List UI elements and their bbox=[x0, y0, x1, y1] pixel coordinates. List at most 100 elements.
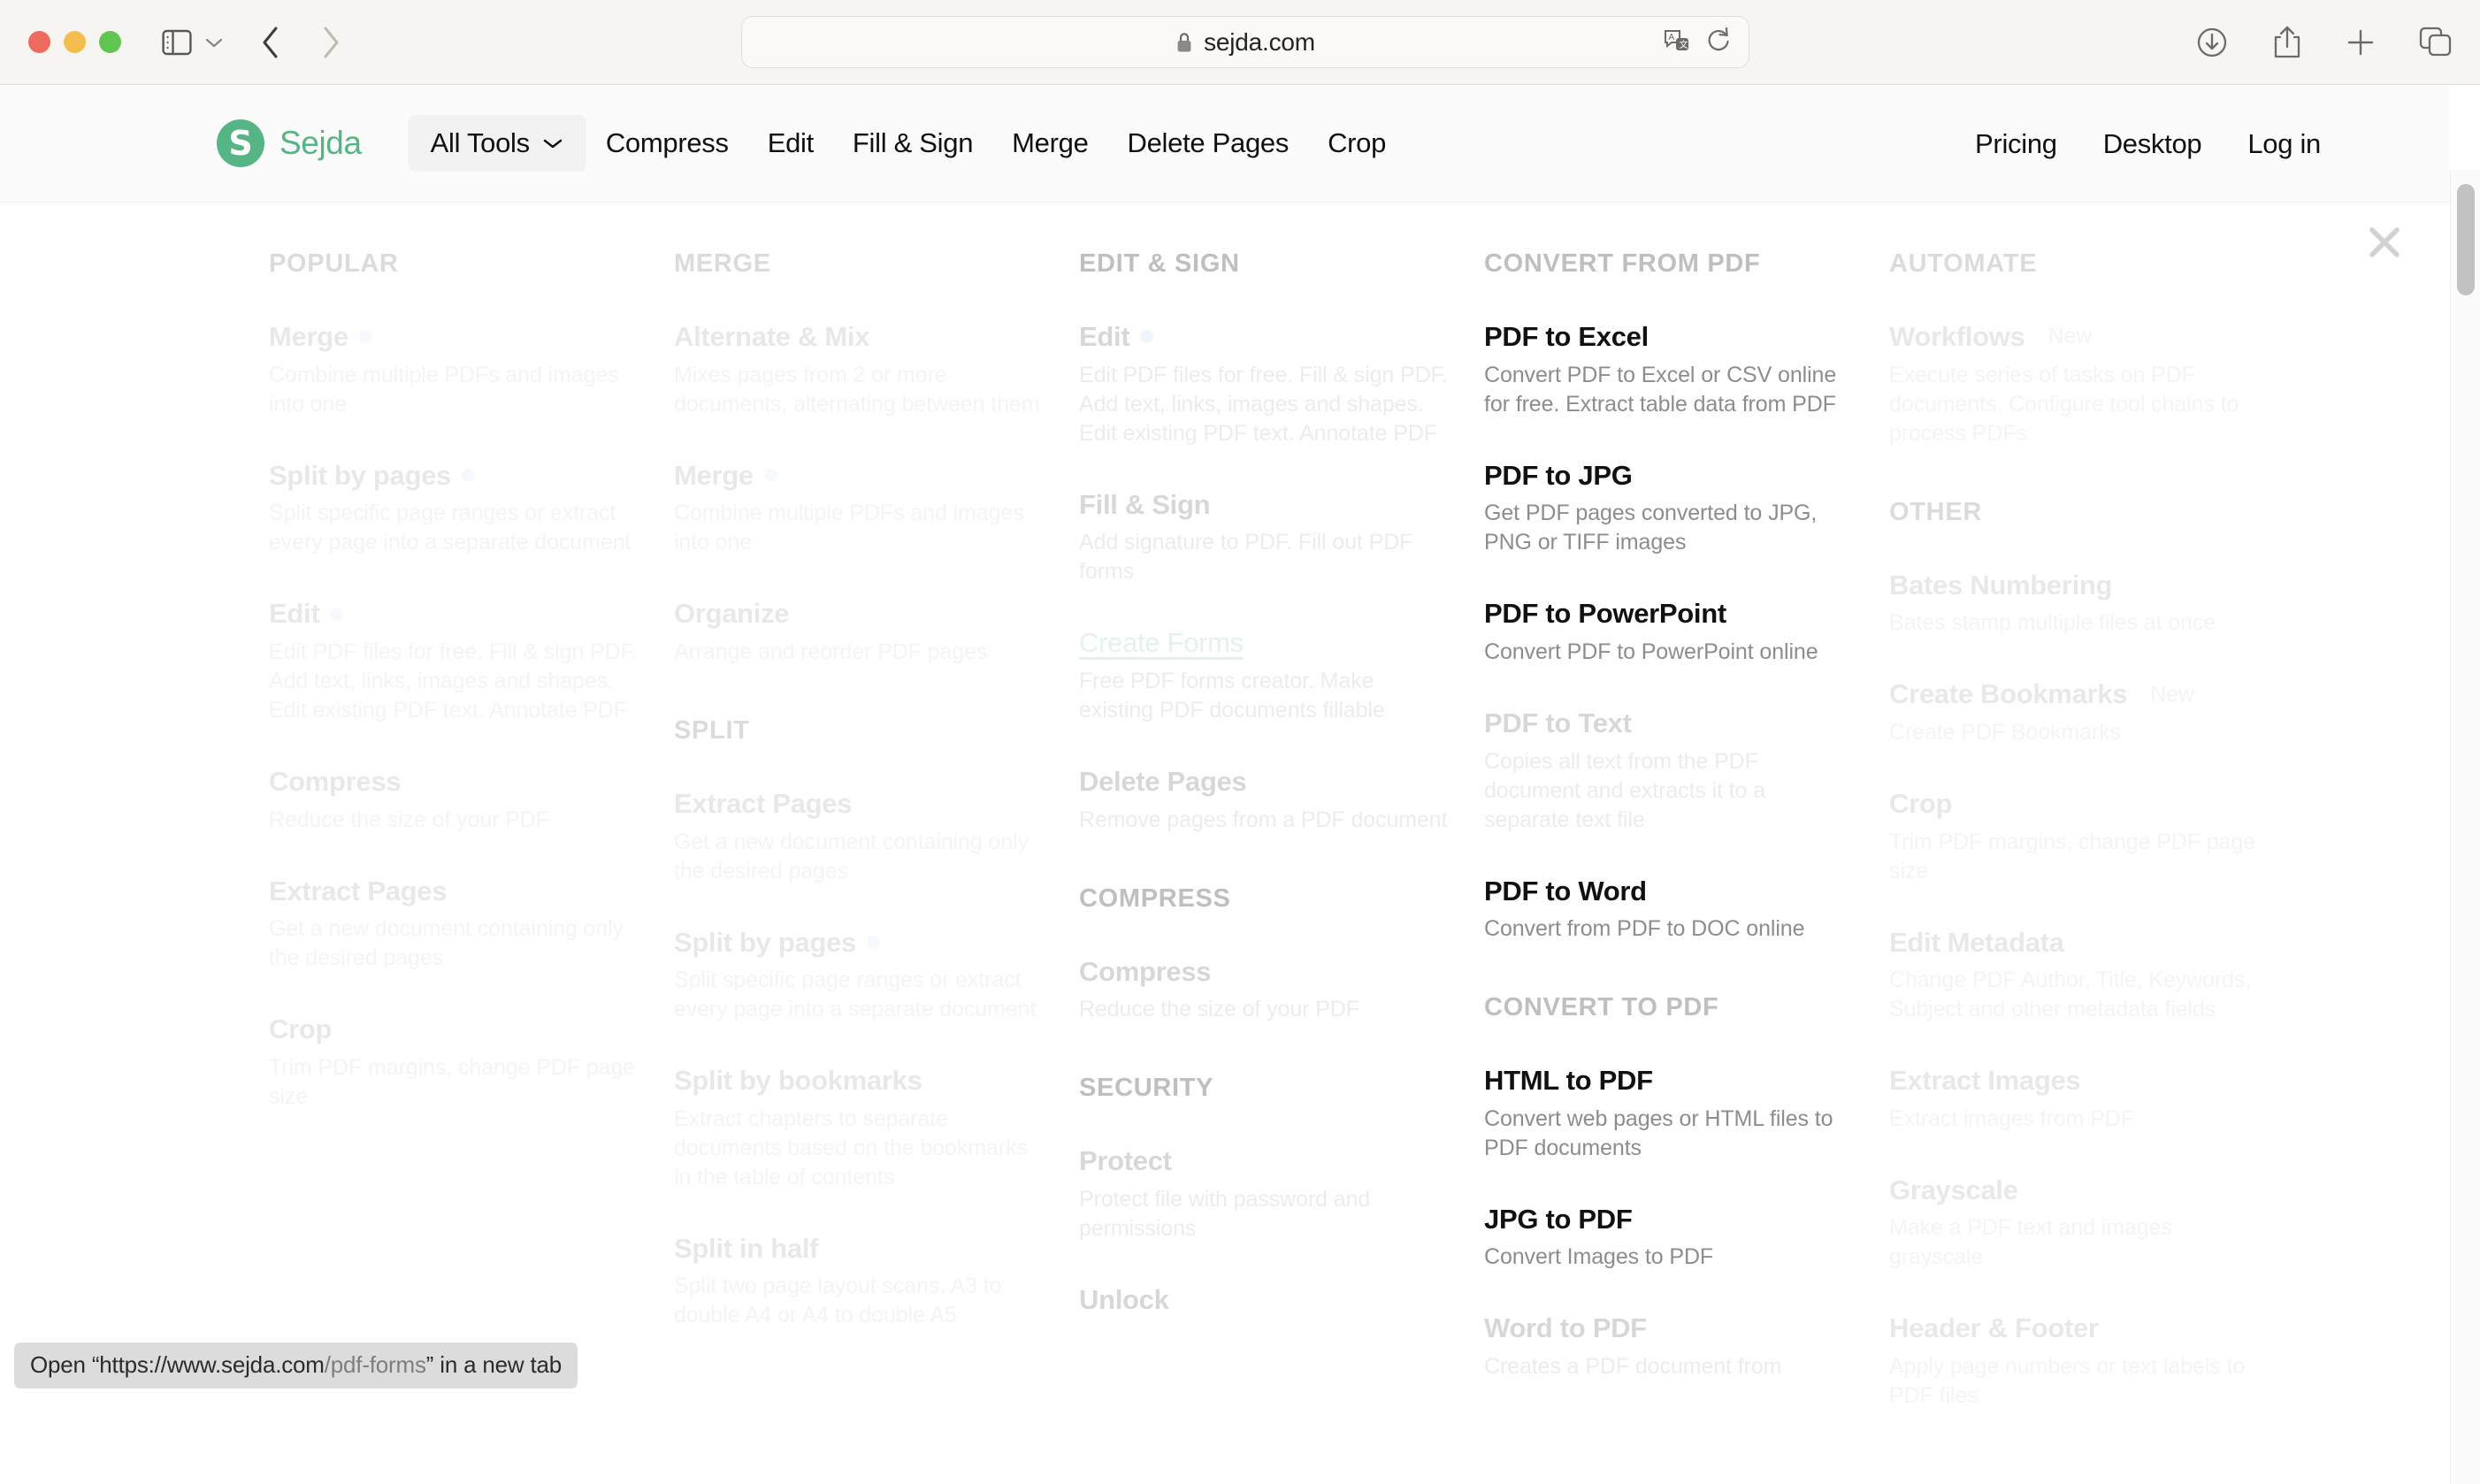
tool-title-label: Create Forms bbox=[1079, 627, 1244, 659]
tool-title: Unlock bbox=[1079, 1284, 1450, 1316]
nav-item-desktop[interactable]: Desktop bbox=[2080, 116, 2225, 172]
page-scrollbar[interactable] bbox=[2450, 170, 2480, 1484]
tool-description: Combine multiple PDFs and images into on… bbox=[269, 361, 640, 419]
tool-title: Merge bbox=[269, 321, 640, 353]
tool-item-merge[interactable]: MergeCombine multiple PDFs and images in… bbox=[674, 460, 1045, 558]
secondary-nav: Pricing Desktop Log in bbox=[1952, 85, 2344, 203]
tool-item-extract-pages[interactable]: Extract PagesGet a new document containi… bbox=[674, 788, 1045, 886]
sejda-logo[interactable]: S Sejda bbox=[217, 119, 362, 167]
tool-item-bates-numbering[interactable]: Bates Numbering Bates stamp multiple file… bbox=[1889, 570, 2261, 639]
tool-title: Grayscale bbox=[1889, 1174, 2261, 1206]
tool-item-protect[interactable]: Protect Protect file with password and pe… bbox=[1079, 1145, 1450, 1243]
tool-item-split-by-pages[interactable]: Split by pagesSplit specific page ranges… bbox=[269, 460, 640, 558]
tool-item-compress[interactable]: CompressReduce the size of your PDF bbox=[269, 766, 640, 835]
tool-item-crop[interactable]: CropTrim PDF margins, change PDF page si… bbox=[269, 1014, 640, 1112]
tab-overview-icon[interactable] bbox=[2418, 26, 2453, 59]
translate-icon[interactable]: A 文 bbox=[1664, 28, 1690, 57]
chevron-down-icon[interactable] bbox=[204, 36, 224, 49]
tool-item-pdf-to-text[interactable]: PDF to TextCopies all text from the PDF … bbox=[1484, 708, 1856, 835]
tool-item-merge[interactable]: Merge Combine multiple PDFs and images in… bbox=[269, 321, 640, 419]
tool-title: Alternate & Mix bbox=[674, 321, 1045, 353]
tool-item-crop[interactable]: CropTrim PDF margins, change PDF page si… bbox=[1889, 788, 2261, 886]
tool-item-organize[interactable]: OrganizeArrange and reorder PDF pages bbox=[674, 598, 1045, 667]
tool-title: Split by bookmarks bbox=[674, 1065, 1045, 1097]
tool-title: Create Forms bbox=[1079, 627, 1450, 659]
tool-title: Edit bbox=[269, 598, 640, 630]
sidebar-icon[interactable] bbox=[162, 29, 192, 56]
tool-item-pdf-to-excel[interactable]: PDF to ExcelConvert PDF to Excel or CSV … bbox=[1484, 321, 1856, 419]
tool-item-extract-images[interactable]: Extract ImagesExtract images from PDF bbox=[1889, 1065, 2261, 1134]
address-bar-actions: A 文 bbox=[1664, 17, 1731, 69]
tool-title: Organize bbox=[674, 598, 1045, 630]
tool-description: Extract chapters to separate documents b… bbox=[674, 1105, 1045, 1192]
nav-item-merge[interactable]: Merge bbox=[992, 115, 1107, 172]
tool-description: Protect file with password and permissio… bbox=[1079, 1185, 1450, 1243]
tool-title-label: Bates Numbering bbox=[1889, 570, 2112, 601]
tool-item-grayscale[interactable]: GrayscaleMake a PDF text and images gray… bbox=[1889, 1174, 2261, 1273]
tool-item-unlock[interactable]: Unlock bbox=[1079, 1284, 1450, 1316]
nav-item-delete-pages[interactable]: Delete Pages bbox=[1108, 115, 1309, 172]
tool-item-split-in-half[interactable]: Split in halfSplit two page layout scans… bbox=[674, 1233, 1045, 1331]
section-heading-compress: COMPRESS bbox=[1079, 884, 1484, 914]
section-heading-edit-sign: EDIT & SIGN bbox=[1079, 249, 1484, 279]
tool-title-label: Extract Images bbox=[1889, 1065, 2080, 1097]
tool-item-pdf-to-powerpoint[interactable]: PDF to PowerPointConvert PDF to PowerPoi… bbox=[1484, 598, 1856, 667]
tool-description: Remove pages from a PDF document bbox=[1079, 806, 1450, 835]
tool-title: PDF to Word bbox=[1484, 876, 1856, 907]
nav-item-log-in[interactable]: Log in bbox=[2224, 116, 2344, 172]
back-button[interactable] bbox=[259, 25, 282, 60]
tool-title: PDF to Text bbox=[1484, 708, 1856, 739]
chevron-down-icon bbox=[542, 137, 563, 149]
tool-item-split-by-bookmarks[interactable]: Split by bookmarks Extract chapters to se… bbox=[674, 1065, 1045, 1192]
minimize-window-button[interactable] bbox=[64, 31, 86, 53]
reload-icon[interactable] bbox=[1706, 27, 1731, 58]
tool-item-split-by-pages[interactable]: Split by pagesSplit specific page ranges… bbox=[674, 927, 1045, 1025]
nav-item-crop[interactable]: Crop bbox=[1308, 115, 1405, 172]
tool-item-alternate-mix[interactable]: Alternate & Mix Mixes pages from 2 or mor… bbox=[674, 321, 1045, 419]
tool-title-label: HTML to PDF bbox=[1484, 1065, 1653, 1097]
tool-title: Crop bbox=[269, 1014, 640, 1045]
tool-item-extract-pages[interactable]: Extract PagesGet a new document containi… bbox=[269, 876, 640, 974]
nav-item-edit[interactable]: Edit bbox=[748, 115, 833, 172]
new-tab-icon[interactable] bbox=[2345, 27, 2377, 58]
tool-item-html-to-pdf[interactable]: HTML to PDFConvert web pages or HTML fil… bbox=[1484, 1065, 1856, 1163]
tool-item-pdf-to-jpg[interactable]: PDF to JPGGet PDF pages converted to JPG… bbox=[1484, 460, 1856, 558]
tool-item-create-bookmarks[interactable]: Create BookmarksNewCreate PDF Bookmarks bbox=[1889, 678, 2261, 747]
tool-description: Mixes pages from 2 or more documents, al… bbox=[674, 361, 1045, 419]
tool-description: Edit PDF files for free. Fill & sign PDF… bbox=[269, 638, 640, 725]
svg-text:文: 文 bbox=[1680, 39, 1688, 50]
tool-description: Free PDF forms creator. Make existing PD… bbox=[1079, 667, 1450, 725]
nav-item-all-tools[interactable]: All Tools bbox=[408, 115, 586, 172]
tool-item-edit[interactable]: EditEdit PDF files for free. Fill & sign… bbox=[1079, 321, 1450, 448]
tool-item-header-footer[interactable]: Header & FooterApply page numbers or tex… bbox=[1889, 1312, 2261, 1411]
tool-item-create-forms[interactable]: Create Forms Free PDF forms creator. Make… bbox=[1079, 627, 1450, 725]
forward-button[interactable] bbox=[319, 25, 342, 60]
all-tools-mega-menu: POPULARMergeCombine multiple PDFs and im… bbox=[0, 203, 2450, 1399]
zoom-window-button[interactable] bbox=[99, 31, 121, 53]
nav-item-fill-and-sign[interactable]: Fill & Sign bbox=[833, 115, 992, 172]
tool-item-word-to-pdf[interactable]: Word to PDFCreates a PDF document from bbox=[1484, 1312, 1856, 1381]
tool-description: Split specific page ranges or extract ev… bbox=[269, 499, 640, 557]
tool-item-compress[interactable]: CompressReduce the size of your PDF bbox=[1079, 956, 1450, 1025]
tool-item-delete-pages[interactable]: Delete PagesRemove pages from a PDF docu… bbox=[1079, 766, 1450, 835]
close-window-button[interactable] bbox=[28, 31, 50, 53]
nav-item-pricing[interactable]: Pricing bbox=[1952, 116, 2080, 172]
scrollbar-thumb[interactable] bbox=[2457, 184, 2475, 295]
nav-item-compress[interactable]: Compress bbox=[586, 115, 748, 172]
tool-item-edit[interactable]: Edit Edit PDF files for free. Fill & sign… bbox=[269, 598, 640, 725]
tool-description: Combine multiple PDFs and images into on… bbox=[674, 499, 1045, 557]
share-icon[interactable] bbox=[2271, 24, 2303, 61]
tool-description: Split specific page ranges or extract ev… bbox=[674, 966, 1045, 1024]
address-bar[interactable]: sejda.com A 文 bbox=[741, 16, 1749, 68]
tool-item-jpg-to-pdf[interactable]: JPG to PDFConvert Images to PDF bbox=[1484, 1204, 1856, 1273]
tool-item-edit-metadata[interactable]: Edit MetadataChange PDF Author, Title, K… bbox=[1889, 927, 2261, 1025]
tool-item-fill-sign[interactable]: Fill & SignAdd signature to PDF. Fill ou… bbox=[1079, 489, 1450, 587]
tool-title: Split in half bbox=[674, 1233, 1045, 1265]
tool-description: Bates stamp multiple files at once bbox=[1889, 608, 2261, 638]
tool-title-label: Unlock bbox=[1079, 1284, 1169, 1316]
tool-item-workflows[interactable]: WorkflowsNewExecute series of tasks on P… bbox=[1889, 321, 2261, 448]
tool-title-label: Protect bbox=[1079, 1145, 1172, 1177]
tool-title-label: Edit Metadata bbox=[1889, 927, 2064, 959]
download-icon[interactable] bbox=[2194, 25, 2230, 60]
tool-item-pdf-to-word[interactable]: PDF to WordConvert from PDF to DOC onlin… bbox=[1484, 876, 1856, 945]
